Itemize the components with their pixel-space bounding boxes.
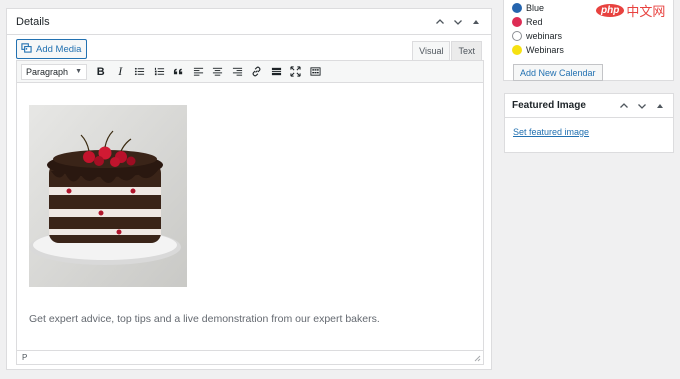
logo-php: php [596, 4, 625, 17]
calendar-label: Blue [526, 3, 545, 13]
align-left-icon [193, 67, 203, 76]
blockquote-icon [174, 68, 183, 75]
numbered-list-icon [154, 67, 164, 76]
fullscreen-icon [290, 66, 301, 77]
tab-visual[interactable]: Visual [412, 41, 451, 60]
italic-icon: I [118, 64, 123, 78]
move-up-icon[interactable] [434, 16, 446, 28]
details-panel: Details Add Media Visual Text Paragraph … [6, 8, 492, 370]
details-header: Details [7, 9, 491, 35]
insert-link-icon [252, 66, 261, 77]
toolbar-toggle-button[interactable] [306, 63, 326, 81]
collapse-icon[interactable] [654, 100, 666, 112]
cake-image[interactable] [29, 105, 187, 287]
color-swatch-icon [512, 17, 522, 27]
insert-link-button[interactable] [247, 63, 267, 81]
align-left-button[interactable] [189, 63, 209, 81]
collapse-icon[interactable] [470, 16, 482, 28]
align-right-button[interactable] [228, 63, 248, 81]
bulleted-list-icon [135, 67, 145, 76]
bold-icon: B [96, 65, 105, 78]
move-up-icon[interactable] [618, 100, 630, 112]
editor-toolbar: Paragraph ▼ B I [17, 61, 483, 83]
color-swatch-icon [512, 31, 522, 41]
read-more-icon [271, 67, 281, 76]
calendar-label: webinars [526, 31, 563, 41]
add-new-calendar-button[interactable]: Add New Calendar [513, 64, 603, 81]
calendar-label: Webinars [526, 45, 564, 55]
logo-cn: 中文网 [626, 5, 666, 20]
calendar-item[interactable]: Blue [512, 3, 544, 13]
details-title: Details [16, 15, 50, 28]
tab-text[interactable]: Text [451, 41, 482, 60]
calendar-item[interactable]: Red [512, 17, 543, 27]
fullscreen-button[interactable] [286, 63, 306, 81]
editor-statusbar: P [17, 350, 483, 364]
php-cn-logo: php 中文网 [596, 0, 665, 21]
calendar-item[interactable]: Webinars [512, 45, 564, 55]
italic-button[interactable]: I [111, 63, 131, 81]
toolbar-toggle-icon [310, 67, 321, 76]
color-swatch-icon [512, 45, 522, 55]
align-center-button[interactable] [208, 63, 228, 81]
editor: Paragraph ▼ B I Get expert advice, top t… [16, 60, 484, 365]
blockquote-button[interactable] [169, 63, 189, 81]
set-featured-image-link[interactable]: Set featured image [513, 127, 589, 137]
content-paragraph[interactable]: Get expert advice, top tips and a live d… [29, 313, 380, 325]
chevron-down-icon: ▼ [75, 68, 82, 75]
featured-image-title: Featured Image [512, 100, 586, 111]
calendar-item[interactable]: webinars [512, 31, 562, 41]
format-select-value: Paragraph [26, 66, 69, 77]
resize-handle-icon[interactable] [474, 355, 481, 362]
featured-image-panel: Featured Image Set featured image [504, 93, 674, 153]
bulleted-list-button[interactable] [130, 63, 150, 81]
add-media-label: Add Media [36, 43, 82, 55]
align-right-icon [232, 67, 242, 76]
media-icon [21, 42, 32, 56]
color-swatch-icon [512, 3, 522, 13]
align-center-icon [213, 67, 223, 76]
editor-content[interactable]: Get expert advice, top tips and a live d… [17, 83, 483, 350]
bold-button[interactable]: B [91, 63, 111, 81]
calendar-label: Red [526, 17, 543, 27]
numbered-list-button[interactable] [150, 63, 170, 81]
move-down-icon[interactable] [452, 16, 464, 28]
read-more-button[interactable] [267, 63, 287, 81]
path-indicator[interactable]: P [22, 353, 27, 362]
format-select[interactable]: Paragraph ▼ [21, 63, 87, 80]
move-down-icon[interactable] [636, 100, 648, 112]
featured-image-header: Featured Image [505, 94, 673, 118]
add-media-button[interactable]: Add Media [16, 39, 88, 59]
